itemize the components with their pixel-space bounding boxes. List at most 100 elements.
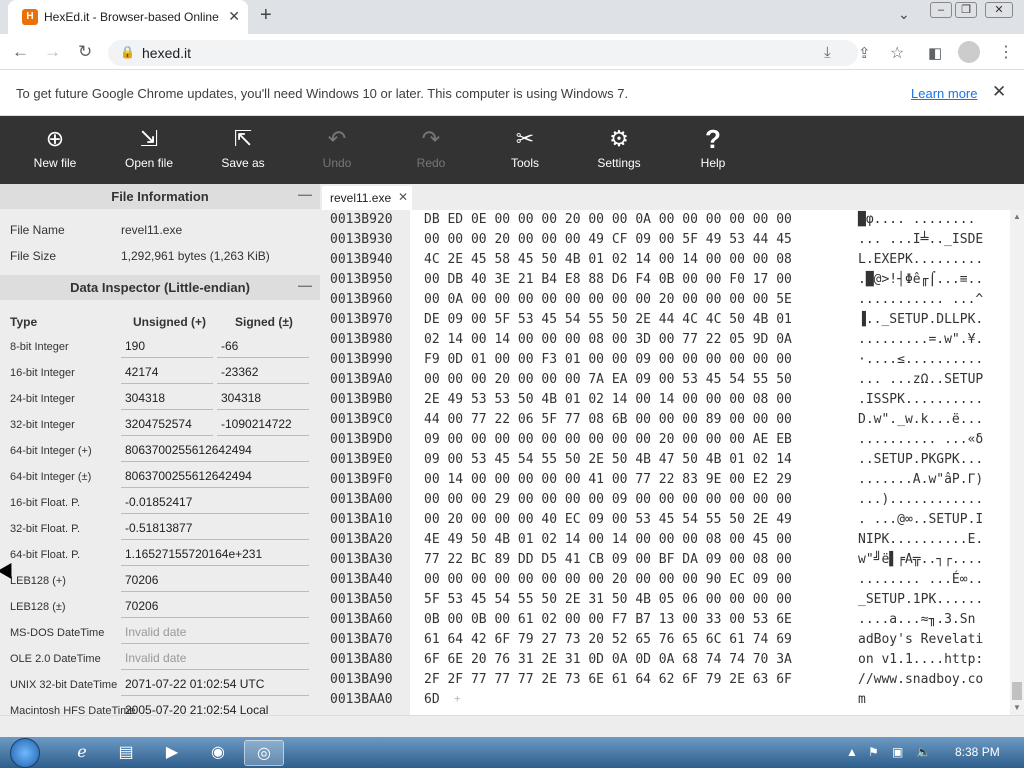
ascii-text[interactable]: //www.snadboy.co: [858, 672, 983, 687]
ascii-text[interactable]: ▐.._SETUP.DLLPK.: [858, 312, 983, 327]
vertical-scrollbar[interactable]: [1010, 210, 1024, 715]
hex-bytes[interactable]: 2F 2F 77 77 77 2E 73 6E 61 64 62 6F 79 2…: [424, 672, 792, 687]
value-field[interactable]: Invalid date: [121, 622, 309, 644]
ascii-text[interactable]: .ISSPK..........: [858, 392, 983, 407]
forward-icon[interactable]: →: [44, 42, 61, 62]
hex-bytes[interactable]: 61 64 42 6F 79 27 73 20 52 65 76 65 6C 6…: [424, 632, 792, 647]
close-editor-tab-icon[interactable]: ✕: [398, 190, 408, 204]
help-button[interactable]: ? Help: [673, 116, 753, 184]
network-icon[interactable]: ▣: [892, 745, 903, 759]
ascii-text[interactable]: ....a...≈╖.3.Sn: [858, 612, 975, 627]
hex-bytes[interactable]: 00 00 00 20 00 00 00 49 CF 09 00 5F 49 5…: [424, 232, 792, 247]
ascii-text[interactable]: ........ ...É∞..: [858, 572, 983, 587]
ascii-text[interactable]: .........=.w".¥.: [858, 332, 983, 347]
chrome-icon[interactable]: ◎: [244, 740, 284, 766]
signed-value-field[interactable]: -1090214722: [217, 414, 309, 436]
unsigned-value-field[interactable]: 3204752574: [121, 414, 213, 436]
flag-icon[interactable]: ⚑: [868, 745, 879, 759]
unsigned-value-field[interactable]: 42174: [121, 362, 213, 384]
hex-bytes[interactable]: 6D: [424, 692, 440, 707]
hex-bytes[interactable]: 00 00 00 00 00 00 00 00 20 00 00 00 90 E…: [424, 572, 792, 587]
hex-bytes[interactable]: 44 00 77 22 06 5F 77 08 6B 00 00 00 89 0…: [424, 412, 792, 427]
hex-bytes[interactable]: 6F 6E 20 76 31 2E 31 0D 0A 0D 0A 68 74 7…: [424, 652, 792, 667]
reload-icon[interactable]: ↻: [78, 42, 92, 62]
explorer-icon[interactable]: ▤: [106, 740, 146, 766]
close-window-button[interactable]: ✕: [985, 2, 1013, 18]
media-player-icon[interactable]: ▶: [152, 740, 192, 766]
hex-bytes[interactable]: 00 00 00 29 00 00 00 00 09 00 00 00 00 0…: [424, 492, 792, 507]
address-bar[interactable]: 🔒 hexed.it: [108, 40, 858, 66]
clock[interactable]: 8:38 PM: [955, 745, 1000, 759]
redo-button[interactable]: ↷ Redo: [391, 116, 471, 184]
ascii-text[interactable]: .......A.w"âP.Γ): [858, 472, 983, 487]
signed-value-field[interactable]: -23362: [217, 362, 309, 384]
hex-bytes[interactable]: 4C 2E 45 58 45 50 4B 01 02 14 00 14 00 0…: [424, 252, 792, 267]
browser-tab[interactable]: H HexEd.it - Browser-based Online ✕: [8, 0, 248, 34]
ascii-text[interactable]: _SETUP.1PK......: [858, 592, 983, 607]
hex-bytes[interactable]: 00 00 00 20 00 00 00 7A EA 09 00 53 45 5…: [424, 372, 792, 387]
close-infobar-icon[interactable]: ✕: [992, 82, 1006, 102]
append-byte-button[interactable]: +: [454, 692, 461, 705]
signed-value-field[interactable]: 304318: [217, 388, 309, 410]
ascii-text[interactable]: ... ...I╧.._ISDE: [858, 232, 983, 247]
signed-value-field[interactable]: -66: [217, 336, 309, 358]
scrollbar-thumb[interactable]: [1012, 682, 1022, 700]
open-file-button[interactable]: ⇲ Open file: [109, 116, 189, 184]
hex-bytes[interactable]: 09 00 53 45 54 55 50 2E 50 4B 47 50 4B 0…: [424, 452, 792, 467]
value-field[interactable]: 70206: [121, 596, 309, 618]
hex-bytes[interactable]: DB ED 0E 00 00 00 20 00 00 0A 00 00 00 0…: [424, 212, 792, 227]
back-icon[interactable]: ←: [12, 42, 29, 62]
ie-icon[interactable]: ℯ: [62, 740, 102, 766]
ascii-text[interactable]: w"╝ë▌╒A╦..┐┌....: [858, 552, 983, 567]
ascii-text[interactable]: .█@>!┤Φê╓⌠...≡..: [858, 272, 983, 287]
ascii-text[interactable]: ...)............: [858, 492, 983, 507]
value-field[interactable]: -0.51813877: [121, 518, 309, 540]
start-button[interactable]: [10, 738, 40, 768]
app-icon[interactable]: ◉: [198, 740, 238, 766]
ascii-text[interactable]: D.w"._w.k...ë...: [858, 412, 983, 427]
minimize-button[interactable]: –: [930, 2, 952, 18]
settings-button[interactable]: ⚙ Settings: [579, 116, 659, 184]
value-field[interactable]: 2005-07-20 21:02:54 Local: [121, 700, 309, 715]
ascii-text[interactable]: ..SETUP.PKGPK...: [858, 452, 983, 467]
collapse-icon[interactable]: —: [298, 277, 312, 293]
ascii-text[interactable]: █φ.... ........: [858, 212, 975, 227]
unsigned-value-field[interactable]: 190: [121, 336, 213, 358]
ascii-text[interactable]: NIPK..........E.: [858, 532, 983, 547]
hex-bytes[interactable]: 09 00 00 00 00 00 00 00 00 00 20 00 00 0…: [424, 432, 792, 447]
hex-bytes[interactable]: 00 DB 40 3E 21 B4 E8 88 D6 F4 0B 00 00 F…: [424, 272, 792, 287]
file-info-header[interactable]: File Information —: [0, 184, 320, 209]
hex-bytes[interactable]: 00 0A 00 00 00 00 00 00 00 00 20 00 00 0…: [424, 292, 792, 307]
value-field[interactable]: 1.16527155720164e+231: [121, 544, 309, 566]
value-field[interactable]: 2071-07-22 01:02:54 UTC: [121, 674, 309, 696]
unsigned-value-field[interactable]: 304318: [121, 388, 213, 410]
share-icon[interactable]: ⇪: [858, 44, 871, 62]
scroll-down-icon[interactable]: ▼: [1013, 703, 1021, 712]
hex-bytes[interactable]: 4E 49 50 4B 01 02 14 00 14 00 00 00 08 0…: [424, 532, 792, 547]
collapse-icon[interactable]: —: [298, 186, 312, 202]
ascii-text[interactable]: L.EXEPK.........: [858, 252, 983, 267]
value-field[interactable]: Invalid date: [121, 648, 309, 670]
menu-dots-icon[interactable]: ⋮: [998, 42, 1014, 62]
editor-tab[interactable]: revel11.exe ✕: [322, 186, 412, 210]
ascii-text[interactable]: adBoy's Revelati: [858, 632, 983, 647]
hex-bytes[interactable]: 02 14 00 14 00 00 00 08 00 3D 00 77 22 0…: [424, 332, 792, 347]
scroll-up-icon[interactable]: ▲: [1013, 212, 1021, 221]
restore-button[interactable]: ❐: [955, 2, 977, 18]
data-inspector-header[interactable]: Data Inspector (Little-endian) —: [0, 275, 320, 300]
install-app-icon[interactable]: ⤓: [824, 44, 831, 61]
ascii-text[interactable]: . ...@∞..SETUP.I: [858, 512, 983, 527]
volume-icon[interactable]: 🔈: [916, 745, 931, 759]
tools-button[interactable]: ✂ Tools: [485, 116, 565, 184]
chevron-down-icon[interactable]: ⌄: [898, 6, 910, 23]
hex-bytes[interactable]: 00 14 00 00 00 00 00 41 00 77 22 83 9E 0…: [424, 472, 792, 487]
ascii-text[interactable]: ... ...zΩ..SETUP: [858, 372, 983, 387]
undo-button[interactable]: ↶ Undo: [297, 116, 377, 184]
value-field[interactable]: 8063700255612642494: [121, 466, 309, 488]
bookmark-star-icon[interactable]: ☆: [890, 43, 904, 63]
ascii-text[interactable]: on v1.1....http:: [858, 652, 983, 667]
ascii-text[interactable]: ·....≤..........: [858, 352, 983, 367]
ascii-text[interactable]: .......... ...«δ: [858, 432, 983, 447]
new-file-button[interactable]: ⊕ New file: [15, 116, 95, 184]
hex-bytes[interactable]: 5F 53 45 54 55 50 2E 31 50 4B 05 06 00 0…: [424, 592, 792, 607]
